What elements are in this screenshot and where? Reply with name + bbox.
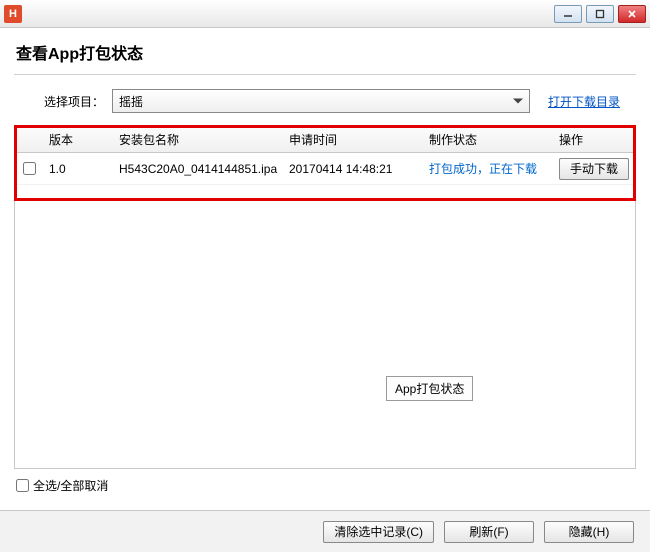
table-body: 1.0 H543C20A0_0414144851.ipa 20170414 14… [14,153,636,469]
project-selector-label: 选择项目： [44,93,104,110]
open-download-dir-link[interactable]: 打开下载目录 [548,93,620,110]
project-selector-value: 摇摇 [119,93,143,110]
hide-button[interactable]: 隐藏(H) [544,521,634,543]
table-header: 版本 安装包名称 申请时间 制作状态 操作 [14,125,636,153]
row-checkbox[interactable] [23,162,36,175]
refresh-button[interactable]: 刷新(F) [444,521,534,543]
manual-download-button[interactable]: 手动下载 [559,158,629,180]
col-package-name: 安装包名称 [111,131,281,148]
app-icon: H [4,5,22,23]
table-row: 1.0 H543C20A0_0414144851.ipa 20170414 14… [15,153,635,185]
build-table: 版本 安装包名称 申请时间 制作状态 操作 1.0 H543C20A0_0414… [14,125,636,469]
cell-request-time: 20170414 14:48:21 [281,162,421,176]
minimize-button[interactable] [554,5,582,23]
col-build-status: 制作状态 [421,131,551,148]
maximize-button[interactable] [586,5,614,23]
col-version: 版本 [41,131,111,148]
project-selector[interactable]: 摇摇 [112,89,530,113]
footer-bar: 清除选中记录(C) 刷新(F) 隐藏(H) [0,510,650,552]
cell-version: 1.0 [41,162,111,176]
select-all-row: 全选/全部取消 [0,469,650,494]
col-action: 操作 [551,131,635,148]
window-titlebar: H [0,0,650,28]
tooltip-app-status: App打包状态 [386,376,473,401]
cell-build-status: 打包成功，正在下载 [421,160,551,177]
col-request-time: 申请时间 [281,131,421,148]
chevron-down-icon [513,99,523,104]
clear-selected-button[interactable]: 清除选中记录(C) [323,521,434,543]
project-selector-row: 选择项目： 摇摇 打开下载目录 [0,75,650,125]
cell-package-name: H543C20A0_0414144851.ipa [111,162,281,176]
page-title: 查看App打包状态 [0,28,650,74]
select-all-label: 全选/全部取消 [33,477,108,494]
window-controls [554,5,646,23]
close-button[interactable] [618,5,646,23]
select-all-checkbox[interactable] [16,479,29,492]
